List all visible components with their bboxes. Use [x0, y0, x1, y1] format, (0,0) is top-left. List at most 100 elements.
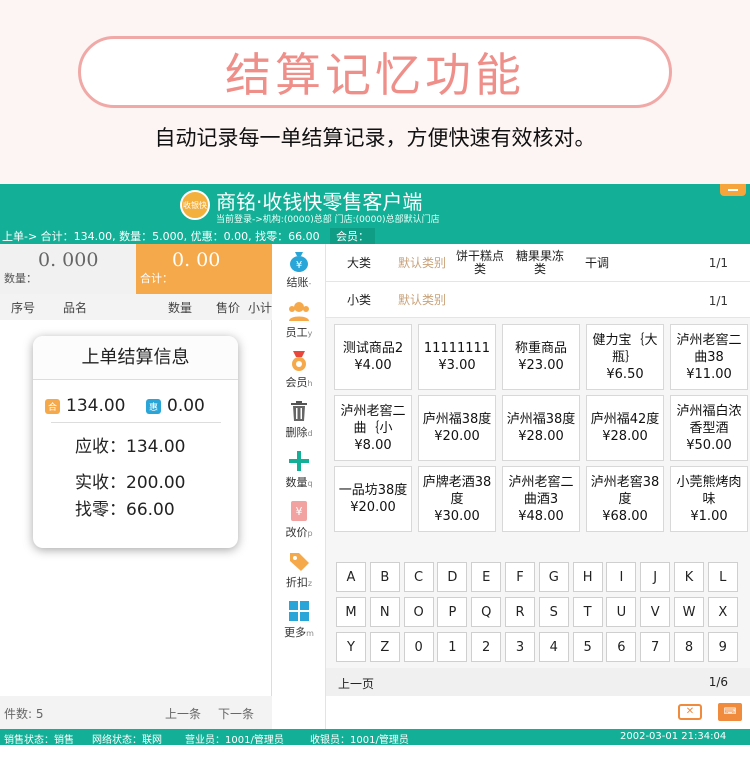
staff-button[interactable]: 员工y — [272, 296, 326, 346]
minimize-button[interactable] — [720, 184, 746, 196]
app-logo: 收银快 — [180, 190, 210, 220]
category-biscuits[interactable]: 饼干糕点类 — [452, 244, 508, 282]
product-price: ¥20.00 — [350, 500, 396, 515]
key-o[interactable]: O — [403, 597, 434, 627]
member-label[interactable]: 会员： — [330, 228, 375, 244]
key-9[interactable]: 9 — [707, 632, 738, 662]
key-z[interactable]: Z — [369, 632, 400, 662]
product-tile[interactable]: 小莞熊烤肉味 ¥1.00 — [670, 466, 748, 532]
key-k[interactable]: K — [674, 562, 704, 592]
plus-icon — [289, 451, 309, 471]
key-2[interactable]: 2 — [471, 632, 502, 662]
datetime: 2002-03-01 21:34:04 — [620, 731, 727, 742]
category-seasoning[interactable]: 干调 — [572, 244, 622, 282]
checkout-button[interactable]: ¥ 结账- — [272, 246, 326, 296]
key-4[interactable]: 4 — [538, 632, 569, 662]
product-name: 小莞熊烤肉味 — [676, 474, 742, 507]
function-toolbar: ¥ 结账- 员工y 会员h 删除d 数量q ¥ 改价p 折扣z 更多m — [272, 244, 326, 729]
key-7[interactable]: 7 — [640, 632, 671, 662]
product-tile[interactable]: 泸州老窖38度 ¥68.00 — [586, 466, 664, 532]
product-tile[interactable]: 泸州老窖二曲｛小 ¥8.00 — [334, 395, 412, 461]
product-tile[interactable]: 泸州老窖二曲38 ¥11.00 — [670, 324, 748, 390]
product-panel: 大类 默认类别 饼干糕点类 糖果果冻类 干调 1/1 小类 默认类别 1/1 测… — [326, 244, 750, 729]
column-index: 序号 — [10, 300, 35, 315]
delete-button[interactable]: 删除d — [272, 396, 326, 446]
key-d[interactable]: D — [437, 562, 468, 592]
quantity-shortcut: q — [307, 479, 313, 488]
key-b[interactable]: B — [369, 562, 400, 592]
keyboard-icon[interactable]: ⌨ — [718, 703, 742, 721]
item-count: 件数: 5 — [4, 707, 44, 721]
next-record-button[interactable]: 下一条 — [218, 705, 254, 722]
product-tile[interactable]: 泸州福38度 ¥28.00 — [502, 395, 580, 461]
key-1[interactable]: 1 — [437, 632, 468, 662]
key-w[interactable]: W — [674, 597, 704, 627]
product-tile[interactable]: 庐牌老酒38度 ¥30.00 — [418, 466, 496, 532]
clerk-status: 营业员：1001/管理员 — [185, 735, 284, 746]
key-u[interactable]: U — [606, 597, 637, 627]
category-default[interactable]: 默认类别 — [394, 244, 450, 282]
key-i[interactable]: I — [606, 562, 637, 592]
key-c[interactable]: C — [403, 562, 434, 592]
product-tile[interactable]: 称重商品 ¥23.00 — [502, 324, 580, 390]
key-p[interactable]: P — [437, 597, 468, 627]
product-price: ¥1.00 — [690, 508, 728, 524]
key-f[interactable]: F — [505, 562, 535, 592]
key-q[interactable]: Q — [471, 597, 502, 627]
key-t[interactable]: T — [572, 597, 603, 627]
product-tile[interactable]: 健力宝｛大瓶｝ ¥6.50 — [586, 324, 664, 390]
prev-page-button[interactable]: 上一页 — [338, 675, 374, 692]
key-a[interactable]: A — [336, 562, 366, 592]
major-category-row: 大类 默认类别 饼干糕点类 糖果果冻类 干调 1/1 — [326, 244, 750, 282]
key-n[interactable]: N — [369, 597, 400, 627]
key-y[interactable]: Y — [336, 632, 366, 662]
product-name: 泸州老窖二曲38 — [676, 332, 742, 365]
page-indicator: 1/6 — [708, 675, 728, 689]
product-name: 泸州福白浓香型酒 — [676, 403, 742, 436]
key-j[interactable]: J — [640, 562, 671, 592]
login-info: 当前登录->机构:(0000)总部 门店:(0000)总部默认门店 — [216, 215, 440, 225]
product-tile[interactable]: 测试商品2 ¥4.00 — [334, 324, 412, 390]
product-name: 泸州老窖38度 — [590, 474, 660, 507]
key-r[interactable]: R — [505, 597, 535, 627]
key-0[interactable]: 0 — [403, 632, 434, 662]
product-tile[interactable]: 一品坊38度 ¥20.00 — [334, 466, 412, 532]
key-l[interactable]: L — [707, 562, 738, 592]
key-g[interactable]: G — [538, 562, 569, 592]
key-h[interactable]: H — [572, 562, 603, 592]
product-name: 测试商品2 — [342, 341, 404, 356]
product-tile[interactable]: 泸州福白浓香型酒 ¥50.00 — [670, 395, 748, 461]
key-8[interactable]: 8 — [674, 632, 704, 662]
status-bar: 销售状态：销售 网络状态：联网 营业员：1001/管理员 收银员：1001/管理… — [0, 729, 750, 746]
product-tile[interactable]: 11111111 ¥3.00 — [418, 324, 496, 390]
change-price-button[interactable]: ¥ 改价p — [272, 496, 326, 546]
key-3[interactable]: 3 — [505, 632, 535, 662]
svg-text:¥: ¥ — [296, 260, 302, 271]
product-tile[interactable]: 庐州福38度 ¥20.00 — [418, 395, 496, 461]
quantity-display: 0. 000 数量： — [0, 244, 136, 294]
product-name: 称重商品 — [514, 341, 567, 356]
key-e[interactable]: E — [471, 562, 502, 592]
product-pager: 上一页 1/6 — [326, 668, 750, 696]
key-x[interactable]: X — [707, 597, 738, 627]
key-6[interactable]: 6 — [606, 632, 637, 662]
prev-record-button[interactable]: 上一条 — [165, 705, 201, 722]
key-5[interactable]: 5 — [572, 632, 603, 662]
discount-button[interactable]: 折扣z — [272, 546, 326, 596]
minimize-icon — [728, 189, 738, 191]
checkout-label: 结账 — [286, 276, 309, 289]
key-s[interactable]: S — [538, 597, 569, 627]
key-v[interactable]: V — [640, 597, 671, 627]
discount-badge-icon: 惠 — [146, 398, 161, 414]
key-m[interactable]: M — [336, 597, 366, 627]
product-tile[interactable]: 泸州老窖二曲酒3 ¥48.00 — [502, 466, 580, 532]
more-button[interactable]: 更多m — [272, 596, 326, 646]
minor-category-default[interactable]: 默认类别 — [394, 282, 450, 318]
backspace-icon[interactable]: ✕ — [678, 704, 702, 720]
category-candy[interactable]: 糖果果冻类 — [512, 244, 568, 282]
quantity-button[interactable]: 数量q — [272, 446, 326, 496]
product-tile[interactable]: 庐州福42度 ¥28.00 — [586, 395, 664, 461]
member-label-text: 会员 — [285, 376, 308, 389]
member-button[interactable]: 会员h — [272, 346, 326, 396]
column-qty: 数量 — [167, 300, 192, 315]
